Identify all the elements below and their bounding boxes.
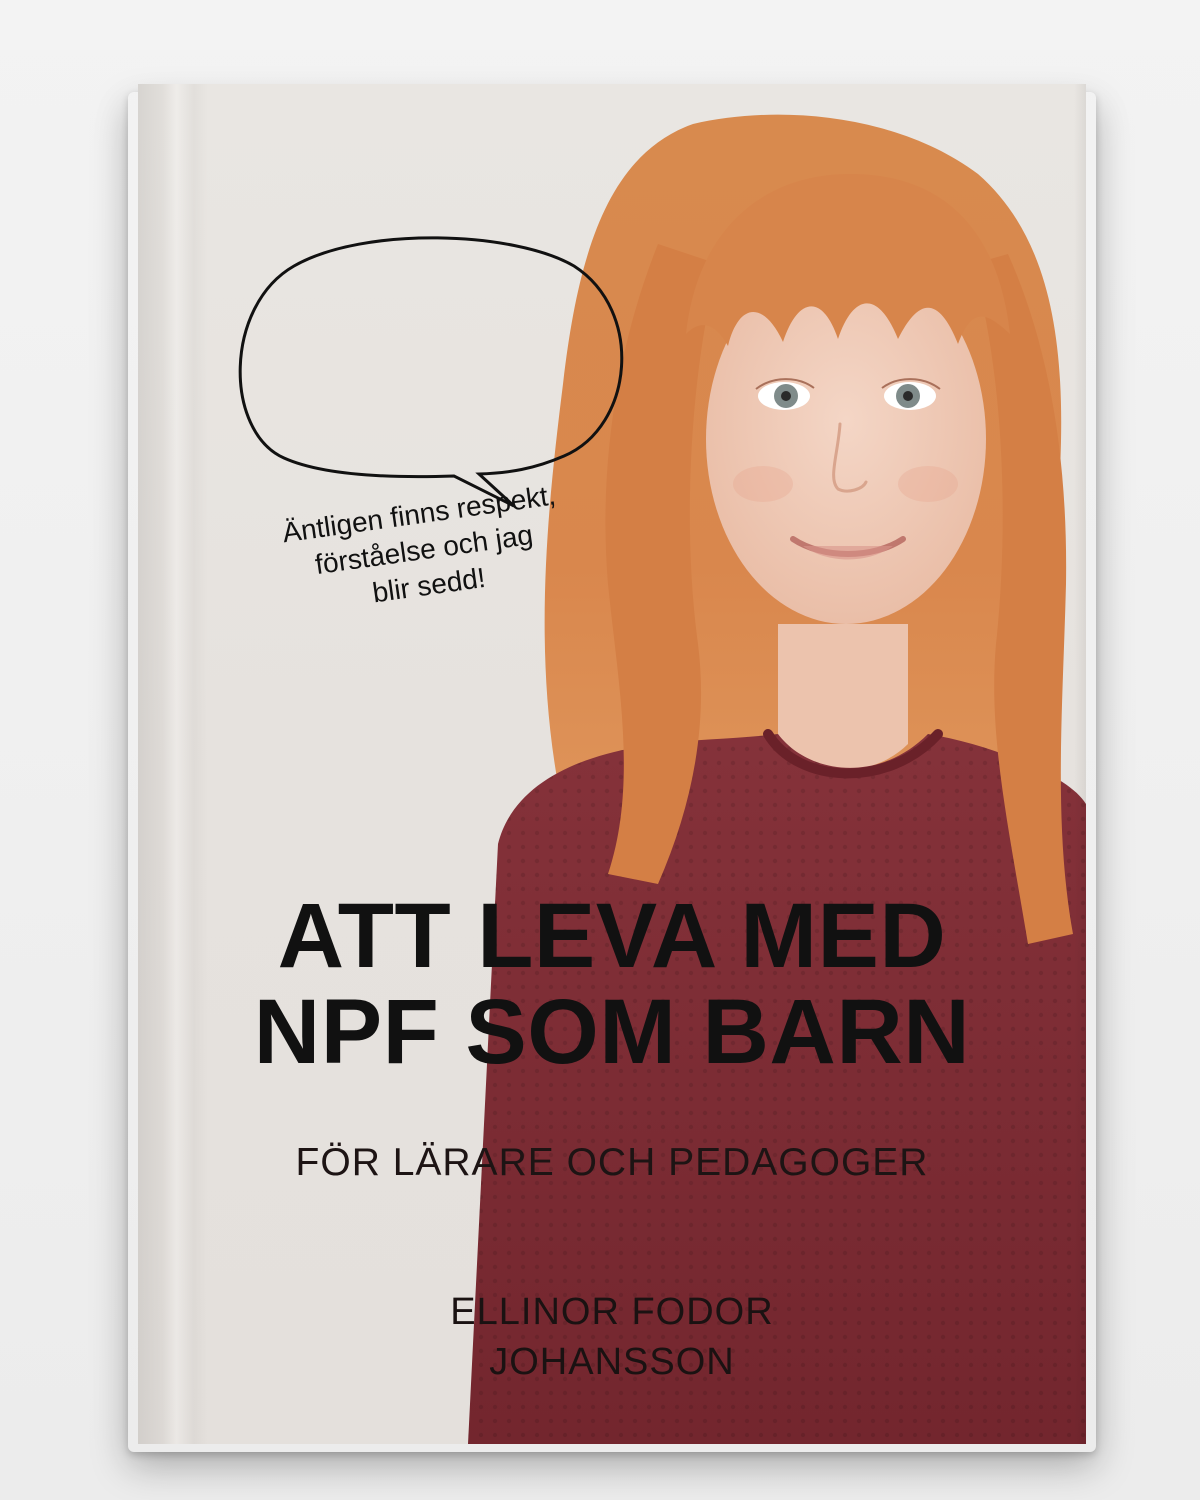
speech-bubble: Äntligen finns respekt, förståelse och j… [214, 226, 654, 608]
book-subtitle: FÖR LÄRARE OCH PEDAGOGER [295, 1141, 929, 1184]
book-author: ELLINOR FODOR JOHANSSON [138, 1287, 1086, 1387]
title-line-2: NPF SOM BARN [253, 981, 971, 1083]
author-line-1: ELLINOR FODOR [450, 1291, 774, 1333]
book-cover: Äntligen finns respekt, förståelse och j… [138, 84, 1086, 1444]
author-line-2: JOHANSSON [489, 1341, 735, 1383]
book-title: ATT LEVA MED NPF SOM BARN [138, 888, 1086, 1080]
title-line-1: ATT LEVA MED [277, 885, 947, 987]
cover-edge [1074, 84, 1086, 1444]
